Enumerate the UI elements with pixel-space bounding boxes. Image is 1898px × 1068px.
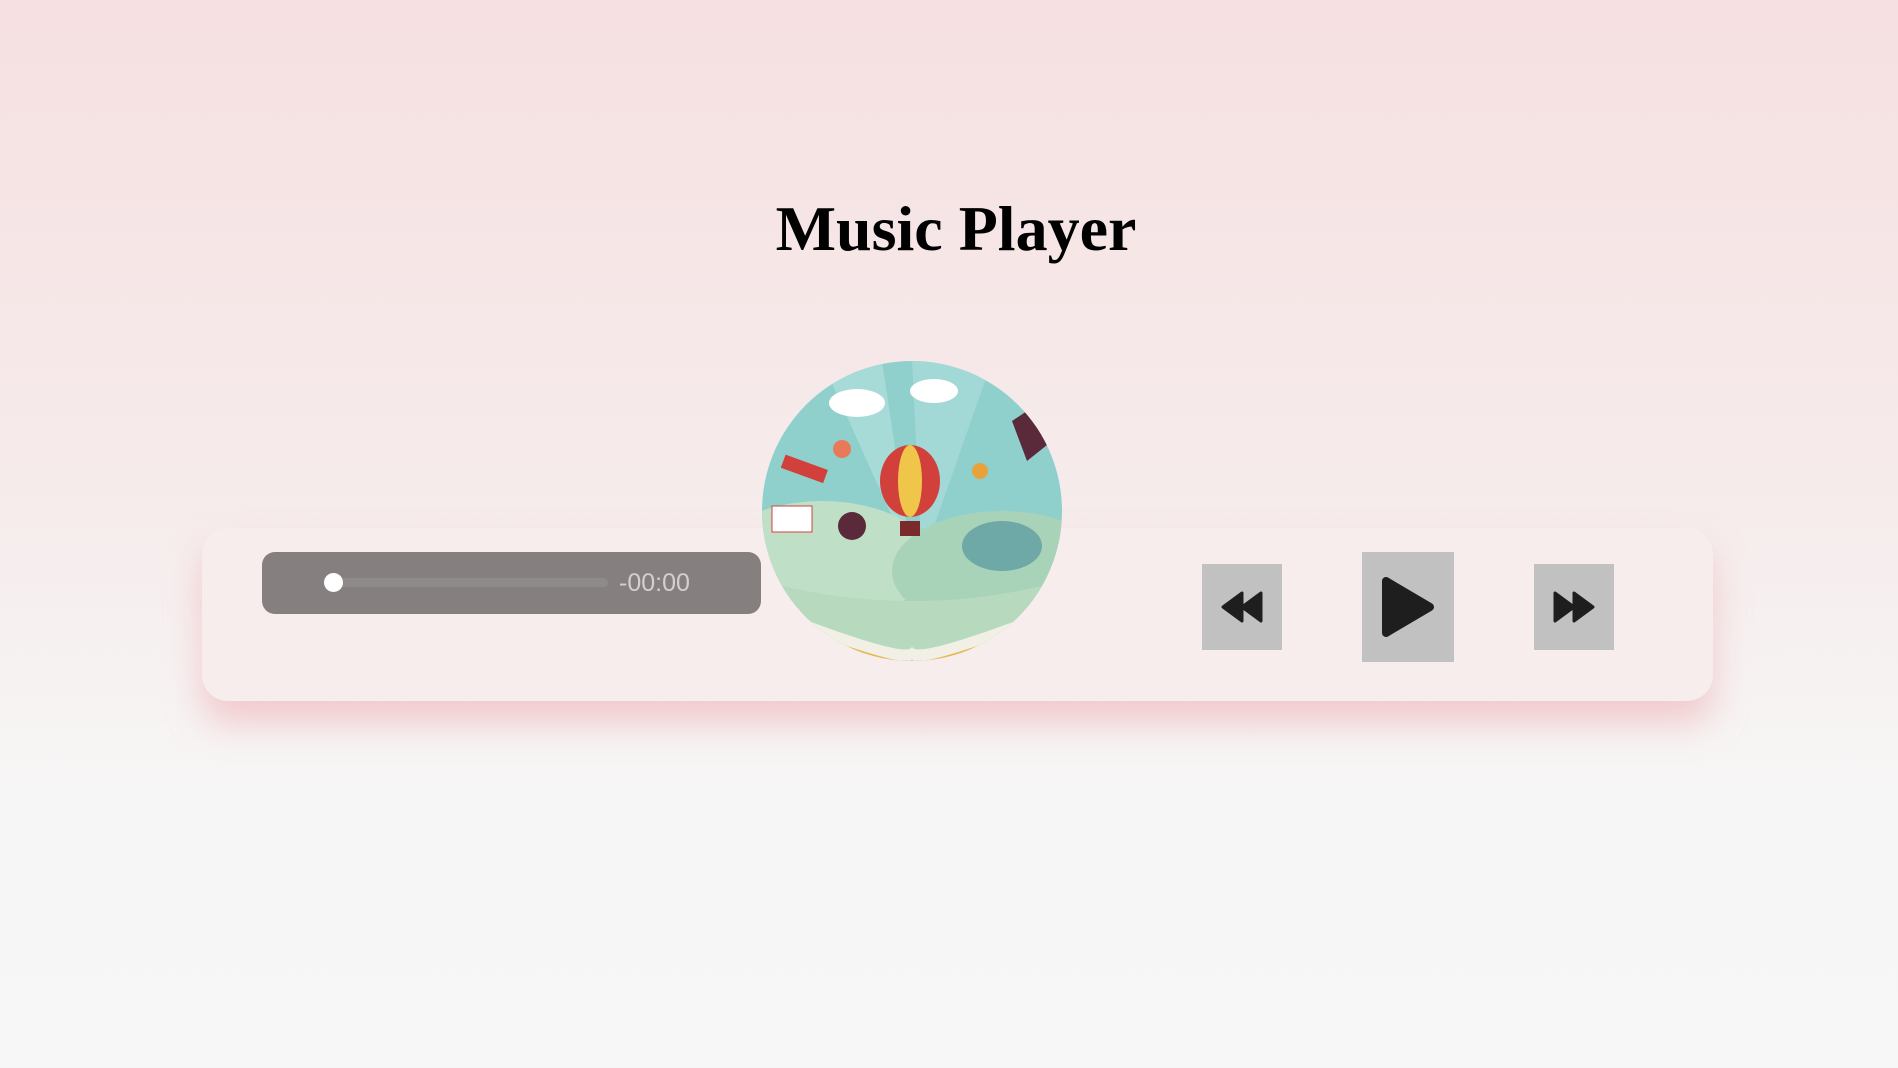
- album-art: [762, 361, 1062, 661]
- fast-forward-icon: [1553, 591, 1595, 623]
- audio-controls[interactable]: -00:00: [262, 552, 761, 614]
- play-icon: [1382, 577, 1434, 637]
- rewind-button[interactable]: [1202, 564, 1282, 650]
- play-button[interactable]: [1362, 552, 1454, 662]
- time-remaining: -00:00: [619, 569, 690, 597]
- rewind-icon: [1221, 591, 1263, 623]
- progress-slider-thumb[interactable]: [324, 573, 343, 592]
- progress-slider-track[interactable]: [324, 578, 608, 587]
- page-title: Music Player: [775, 193, 1137, 264]
- fast-forward-button[interactable]: [1534, 564, 1614, 650]
